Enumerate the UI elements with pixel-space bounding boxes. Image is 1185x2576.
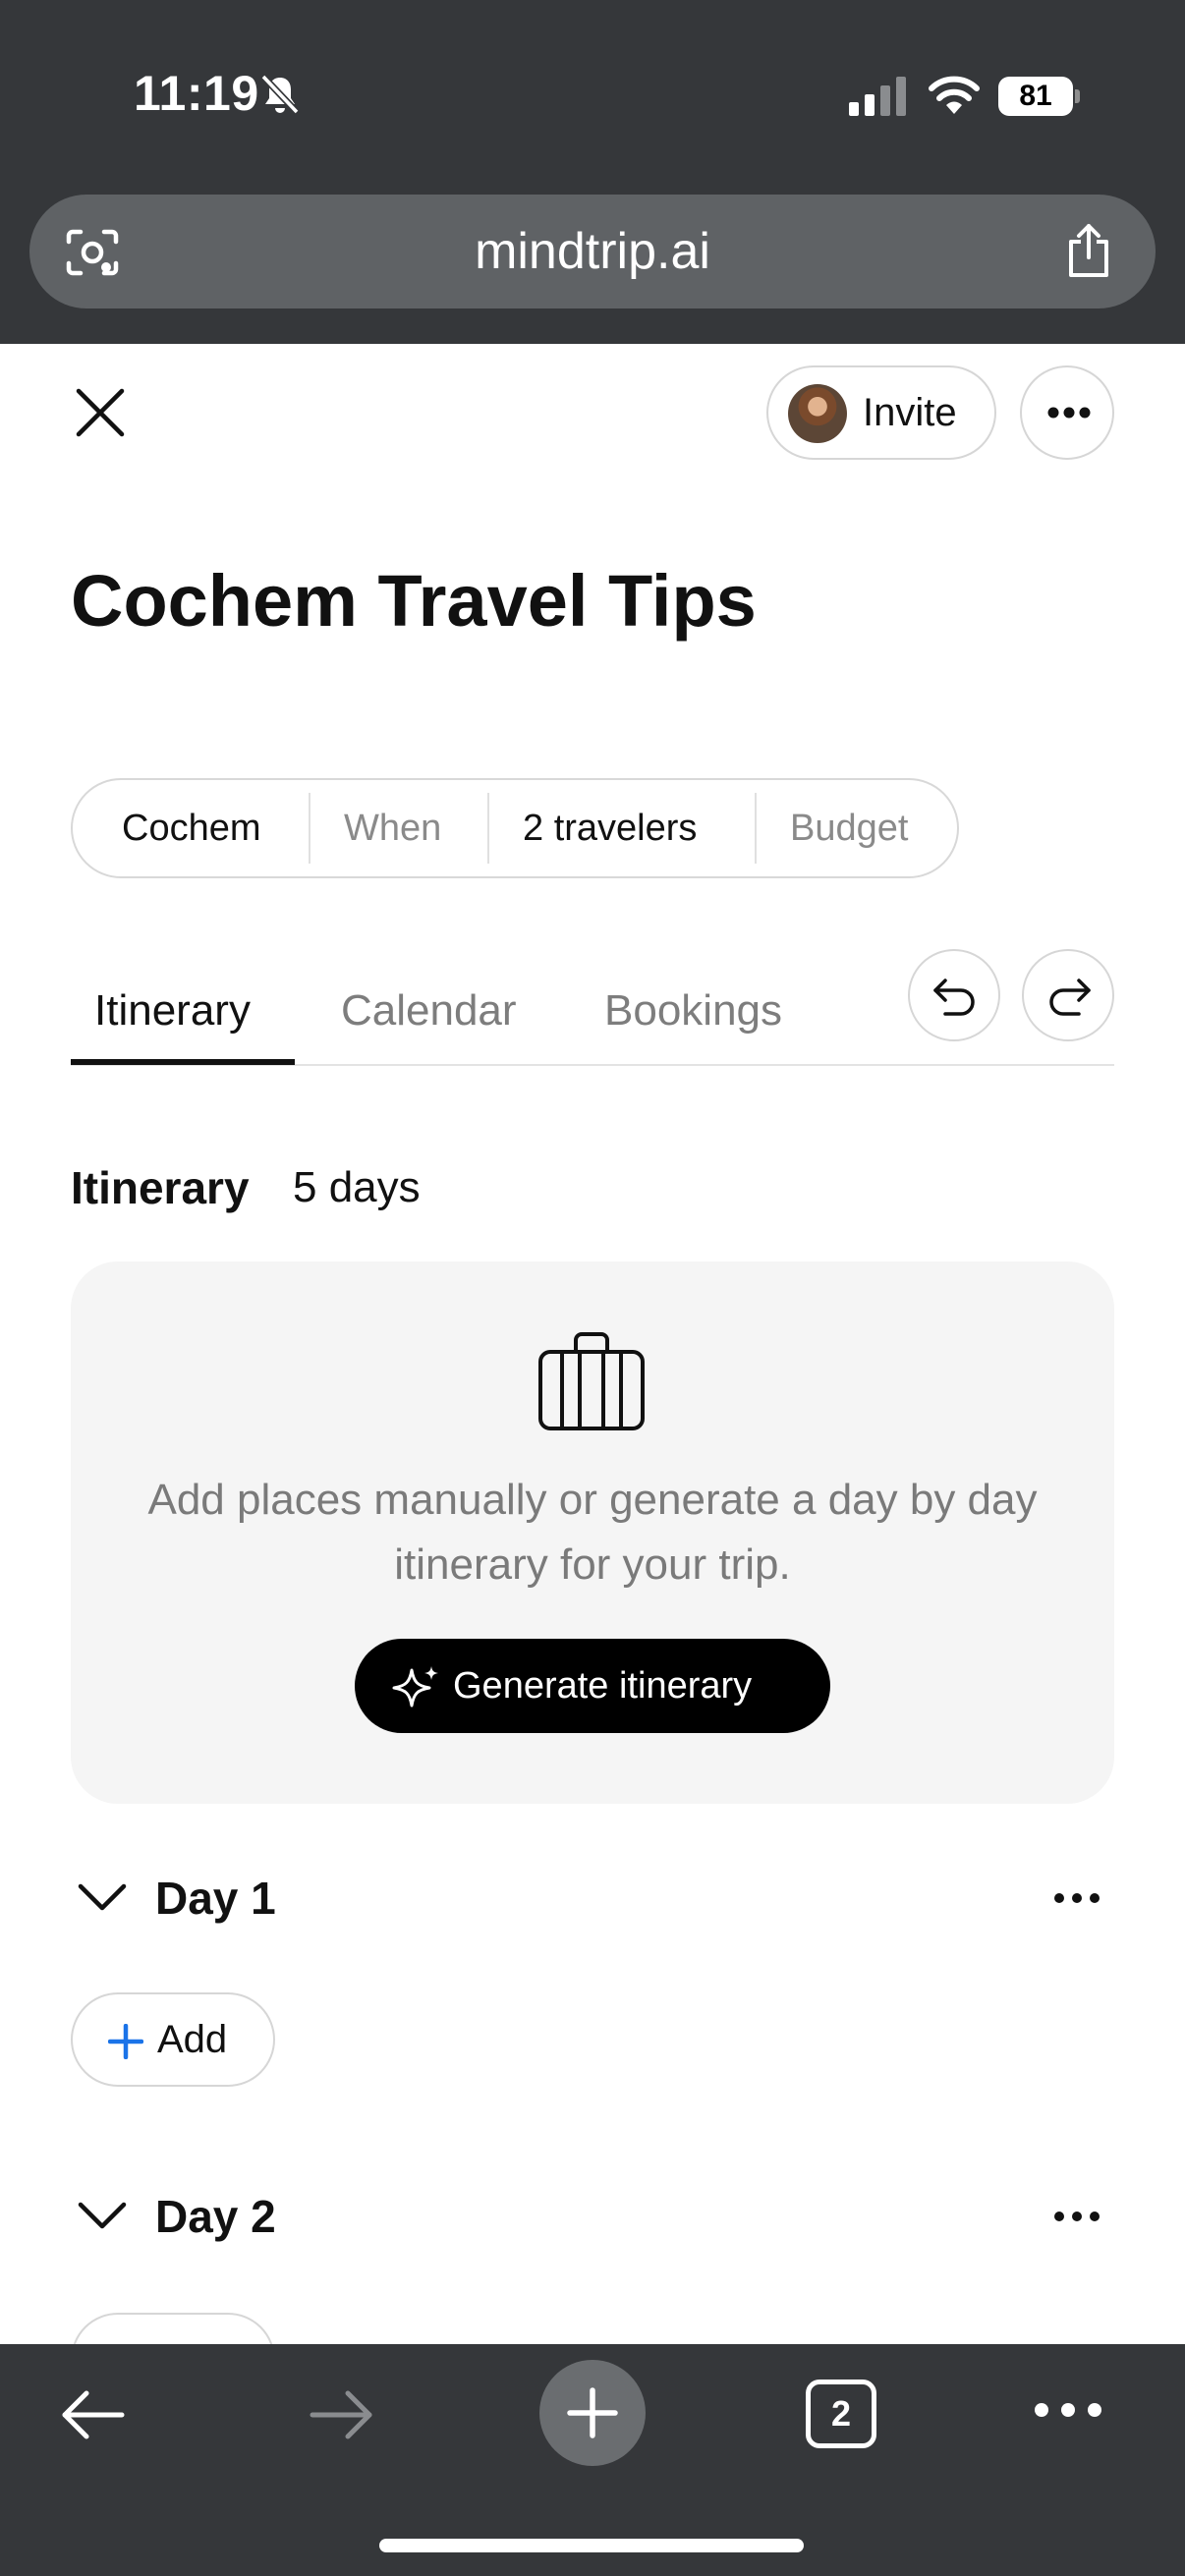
invite-label: Invite xyxy=(863,391,957,434)
day-label: Day 2 xyxy=(155,2191,276,2242)
generate-itinerary-label: Generate itinerary xyxy=(453,1665,753,1707)
invite-button[interactable]: Invite xyxy=(766,365,996,460)
url-text[interactable]: mindtrip.ai xyxy=(29,195,1156,308)
more-horizontal-icon[interactable] xyxy=(1053,1890,1100,1906)
home-indicator xyxy=(379,2539,804,2552)
day-label: Day 1 xyxy=(155,1873,276,1924)
plus-icon xyxy=(567,2387,618,2438)
chip-when[interactable]: When xyxy=(310,780,487,876)
suitcase-icon xyxy=(538,1332,645,1430)
back-arrow-icon[interactable] xyxy=(57,2387,128,2442)
redo-icon xyxy=(1049,979,1091,1016)
chip-travelers[interactable]: 2 travelers xyxy=(489,780,755,876)
day-header[interactable]: Day 1 xyxy=(71,1859,1114,1937)
status-time: 11:19 xyxy=(134,66,259,121)
undo-icon xyxy=(933,979,975,1016)
share-icon[interactable] xyxy=(1063,222,1114,279)
chip-destination[interactable]: Cochem xyxy=(73,780,309,876)
cellular-signal-icon xyxy=(849,77,906,116)
browser-top-chrome: 11:19 81 mindtrip.ai xyxy=(0,0,1185,344)
empty-itinerary-card: Add places manually or generate a day by… xyxy=(71,1261,1114,1804)
plus-icon xyxy=(108,2024,143,2059)
page-title: Cochem Travel Tips xyxy=(71,560,757,642)
close-icon[interactable] xyxy=(69,381,132,444)
itinerary-heading: Itinerary xyxy=(71,1162,250,1213)
battery-icon: 81 xyxy=(998,77,1081,116)
tab-itinerary[interactable]: Itinerary xyxy=(94,979,251,1043)
add-place-button[interactable]: Add xyxy=(71,1992,275,2087)
forward-arrow-icon[interactable] xyxy=(307,2387,377,2442)
chip-budget[interactable]: Budget xyxy=(757,780,908,876)
generate-itinerary-button[interactable]: Generate itinerary xyxy=(355,1639,830,1733)
chevron-down-icon[interactable] xyxy=(77,2197,128,2232)
empty-itinerary-text: Add places manually or generate a day by… xyxy=(147,1476,1038,1589)
more-options-button[interactable] xyxy=(1020,365,1114,460)
address-bar[interactable]: mindtrip.ai xyxy=(29,195,1156,308)
add-label: Add xyxy=(157,2018,228,2061)
itinerary-days-count: 5 days xyxy=(293,1163,421,1211)
chevron-down-icon[interactable] xyxy=(77,1878,128,1914)
tab-switcher-button[interactable]: 2 xyxy=(806,2380,876,2448)
redo-button[interactable] xyxy=(1022,949,1114,1041)
tab-bookings[interactable]: Bookings xyxy=(604,979,782,1043)
more-horizontal-icon[interactable] xyxy=(1034,2401,1102,2419)
trip-details-chips: Cochem When 2 travelers Budget xyxy=(71,778,959,878)
active-tab-indicator xyxy=(71,1059,295,1065)
undo-button[interactable] xyxy=(908,949,1000,1041)
more-horizontal-icon[interactable] xyxy=(1053,2209,1100,2224)
new-tab-button[interactable] xyxy=(539,2360,646,2466)
more-horizontal-icon xyxy=(1047,407,1091,419)
wifi-icon xyxy=(929,76,980,114)
battery-percent: 81 xyxy=(1019,80,1052,112)
avatar xyxy=(788,384,847,443)
sparkle-icon xyxy=(392,1666,438,1708)
tab-calendar[interactable]: Calendar xyxy=(341,979,517,1043)
bell-muted-icon xyxy=(260,74,300,115)
day-header[interactable]: Day 2 xyxy=(71,2177,1114,2256)
